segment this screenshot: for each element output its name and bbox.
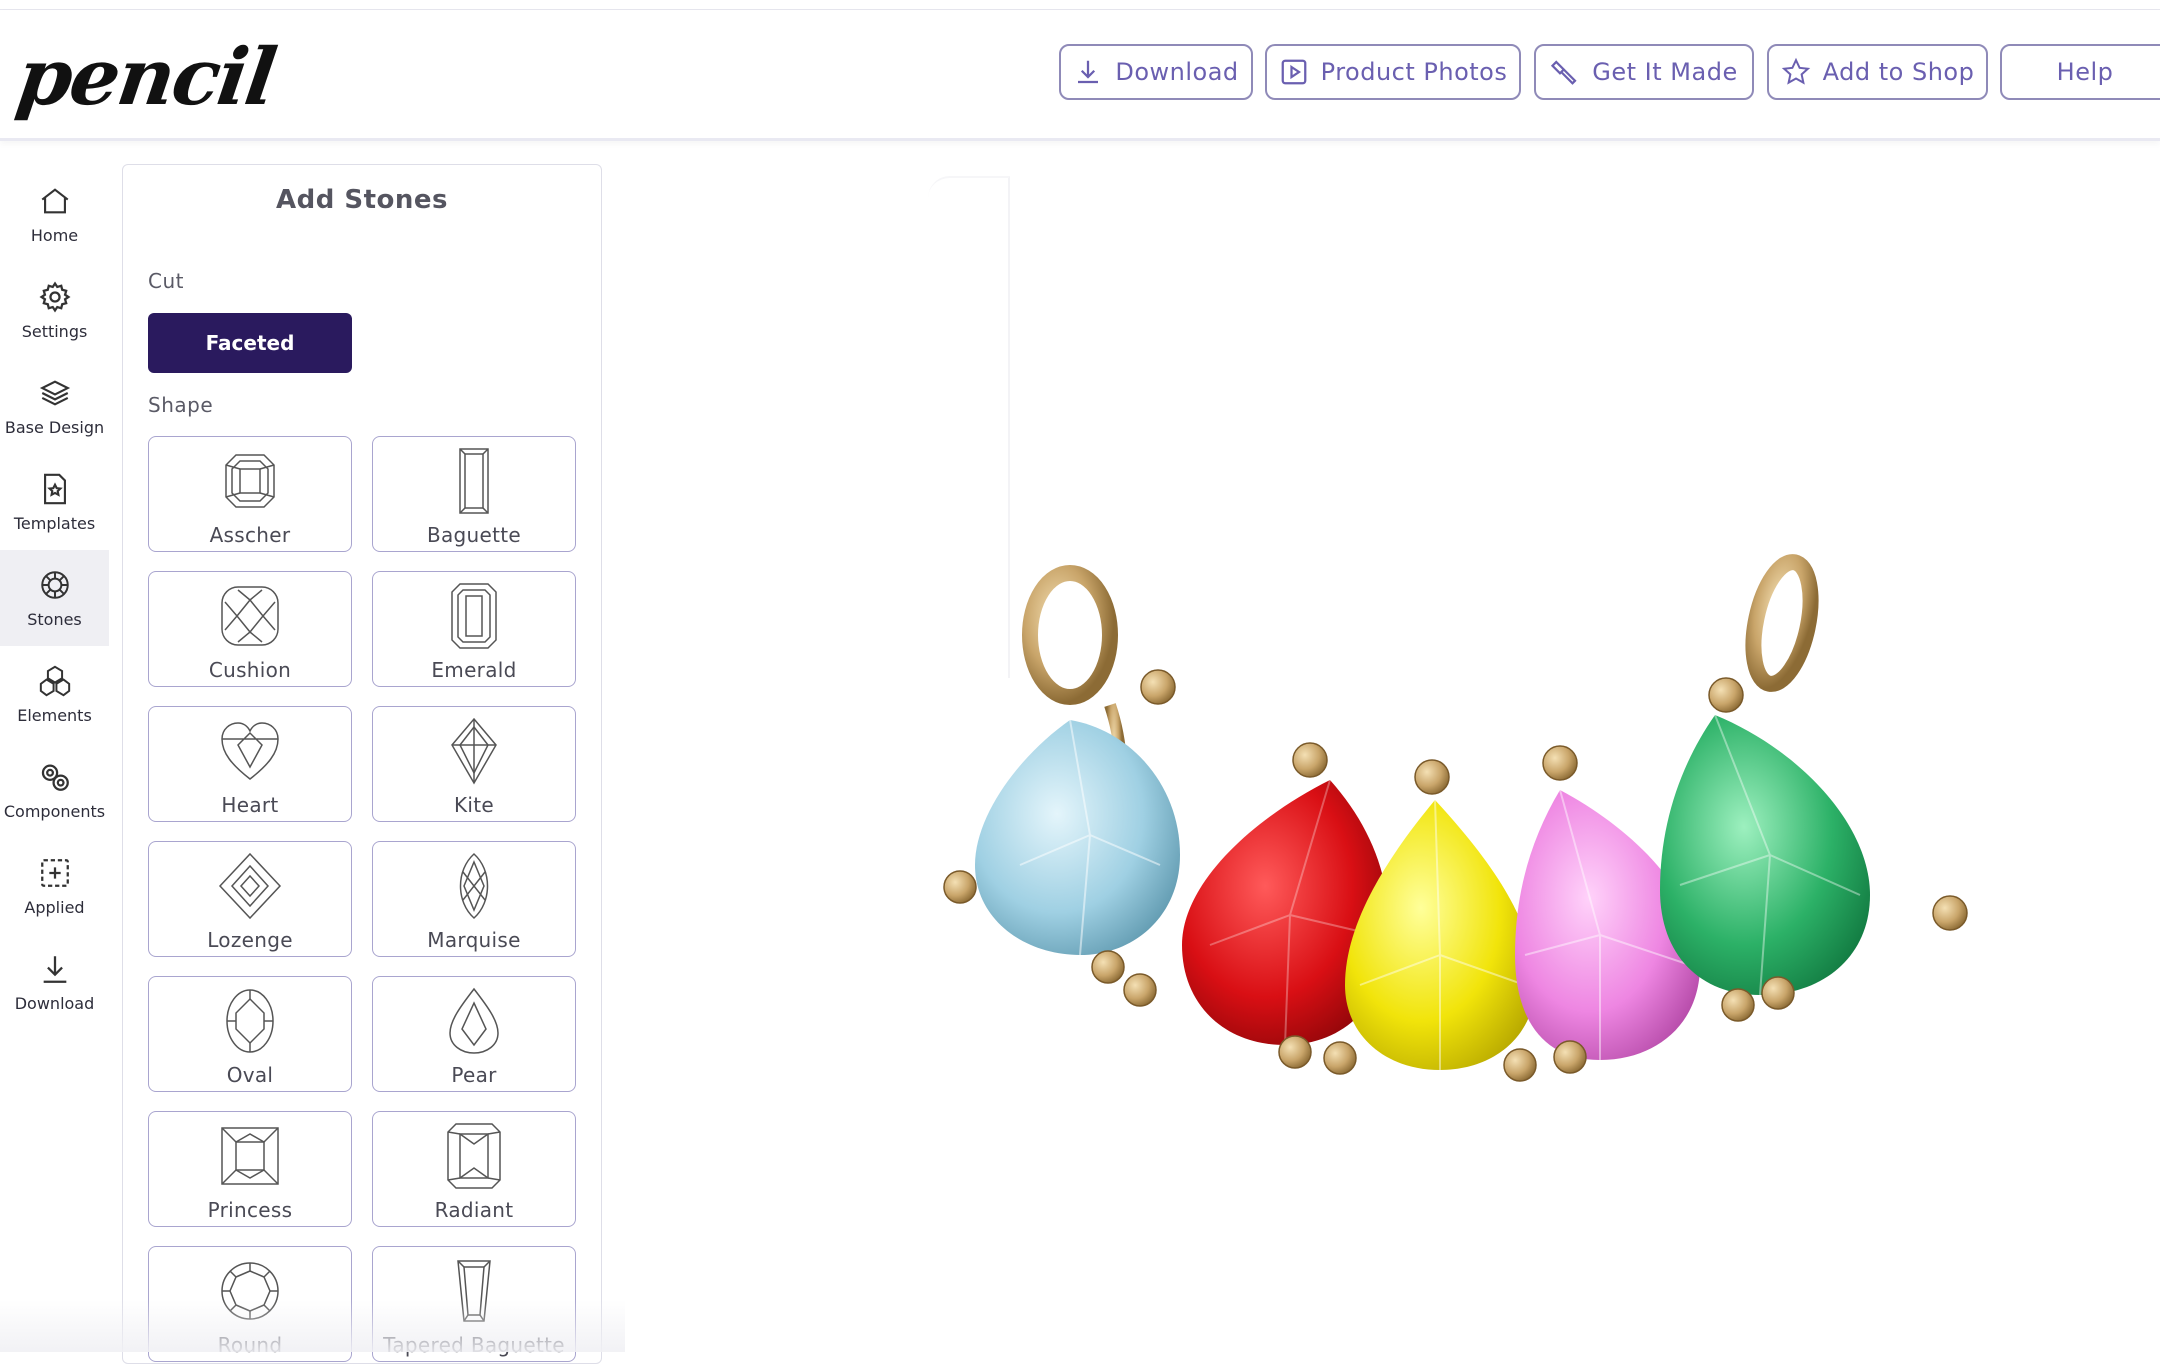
lozenge-icon <box>218 852 282 920</box>
right-bail <box>1745 554 1819 692</box>
nav-label: Components <box>3 801 106 821</box>
shape-label-text: Asscher <box>209 523 291 547</box>
radiant-icon <box>447 1123 501 1189</box>
window-top-edge <box>0 0 2160 10</box>
stone-yellow[interactable] <box>1345 799 1535 1070</box>
play-icon <box>1281 59 1307 85</box>
shape-label-text: Pear <box>451 1063 497 1087</box>
shape-radiant[interactable]: Radiant <box>372 1111 576 1227</box>
stone-green[interactable] <box>1660 714 1870 996</box>
nav-settings[interactable]: Settings <box>0 262 109 358</box>
emerald-icon <box>451 583 497 649</box>
shape-label-text: Princess <box>207 1198 293 1222</box>
product-photos-label: Product Photos <box>1320 58 1508 86</box>
shape-marquise[interactable]: Marquise <box>372 841 576 957</box>
get-it-made-label: Get It Made <box>1592 58 1738 86</box>
shape-heart[interactable]: Heart <box>148 706 352 822</box>
download-button[interactable]: Download <box>1059 44 1253 100</box>
shape-asscher[interactable]: Asscher <box>148 436 352 552</box>
app-logo[interactable]: pencil <box>12 32 280 123</box>
panel-bottom-fade <box>0 1300 625 1352</box>
shape-baguette[interactable]: Baguette <box>372 436 576 552</box>
shape-label-text: Lozenge <box>207 928 293 952</box>
shape-princess[interactable]: Princess <box>148 1111 352 1227</box>
shape-cushion[interactable]: Cushion <box>148 571 352 687</box>
download-icon <box>1078 60 1099 84</box>
add-to-shop-button[interactable]: Add to Shop <box>1767 44 1988 100</box>
nav-label: Stones <box>27 609 82 629</box>
star-icon <box>1781 57 1810 85</box>
nav-download[interactable]: Download <box>0 934 109 1030</box>
shape-emerald[interactable]: Emerald <box>372 571 576 687</box>
help-label: Help <box>2056 58 2114 86</box>
download-button-label: Download <box>1115 58 1239 86</box>
pendant-preview[interactable] <box>920 535 1980 1095</box>
nav-label: Applied <box>24 897 85 917</box>
help-button[interactable]: Help <box>2000 44 2160 100</box>
baguette-icon <box>459 448 489 514</box>
left-nav: Home Settings Base Design Templates Ston… <box>0 166 109 1030</box>
shape-label-text: Cushion <box>208 658 292 682</box>
stone-blue[interactable] <box>975 719 1180 956</box>
product-photos-button[interactable]: Product Photos <box>1265 44 1521 100</box>
shape-kite[interactable]: Kite <box>372 706 576 822</box>
princess-icon <box>221 1127 279 1185</box>
shape-label-text: Heart <box>221 793 279 817</box>
elements-icon <box>39 665 70 696</box>
panel-title: Add Stones <box>275 185 449 215</box>
cushion-icon <box>221 586 279 646</box>
left-bail <box>1022 565 1118 705</box>
shape-label-text: Baguette <box>426 523 522 547</box>
gear-icon <box>38 280 71 313</box>
layers-icon <box>39 379 70 406</box>
top-bar: pencil Download Product Photos Get It Ma… <box>0 10 2160 141</box>
home-icon <box>41 187 68 213</box>
shape-oval[interactable]: Oval <box>148 976 352 1092</box>
heart-icon <box>221 722 279 780</box>
nav-label: Home <box>30 225 79 245</box>
nav-templates[interactable]: Templates <box>0 454 109 550</box>
nav-base-design[interactable]: Base Design <box>0 358 109 454</box>
shape-pear[interactable]: Pear <box>372 976 576 1092</box>
nav-applied[interactable]: Applied <box>0 838 109 934</box>
nav-components[interactable]: Components <box>0 742 109 838</box>
pear-icon <box>449 987 499 1054</box>
nav-label: Elements <box>17 705 92 725</box>
shape-label-text: Marquise <box>427 928 521 952</box>
template-icon <box>43 473 66 504</box>
applied-icon <box>40 858 69 887</box>
nav-label: Templates <box>13 513 96 533</box>
faceted-button[interactable]: Faceted <box>148 313 352 373</box>
shape-label-text: Oval <box>226 1063 274 1087</box>
hammer-icon <box>1551 60 1577 85</box>
cut-label: Cut <box>148 269 184 293</box>
nav-label: Base Design <box>4 417 105 437</box>
kite-icon <box>451 717 497 785</box>
download-icon <box>43 955 66 983</box>
shape-label-text: Kite <box>453 793 495 817</box>
asscher-icon <box>225 454 275 508</box>
nav-stones[interactable]: Stones <box>0 550 109 646</box>
nav-elements[interactable]: Elements <box>0 646 109 742</box>
oval-icon <box>226 989 274 1053</box>
nav-home[interactable]: Home <box>0 166 109 262</box>
add-to-shop-label: Add to Shop <box>1822 58 1975 86</box>
shape-label-text: Emerald <box>431 658 517 682</box>
components-icon <box>41 764 69 791</box>
add-stones-panel: Add Stones Cut Faceted Shape Asscher Bag… <box>122 164 602 1364</box>
nav-label: Download <box>14 993 95 1013</box>
gem-icon <box>40 570 69 599</box>
shape-label-text: Radiant <box>434 1198 514 1222</box>
nav-label: Settings <box>21 321 88 341</box>
shape-label: Shape <box>148 393 214 417</box>
shape-lozenge[interactable]: Lozenge <box>148 841 352 957</box>
get-it-made-button[interactable]: Get It Made <box>1534 44 1754 100</box>
marquise-icon <box>459 852 489 920</box>
